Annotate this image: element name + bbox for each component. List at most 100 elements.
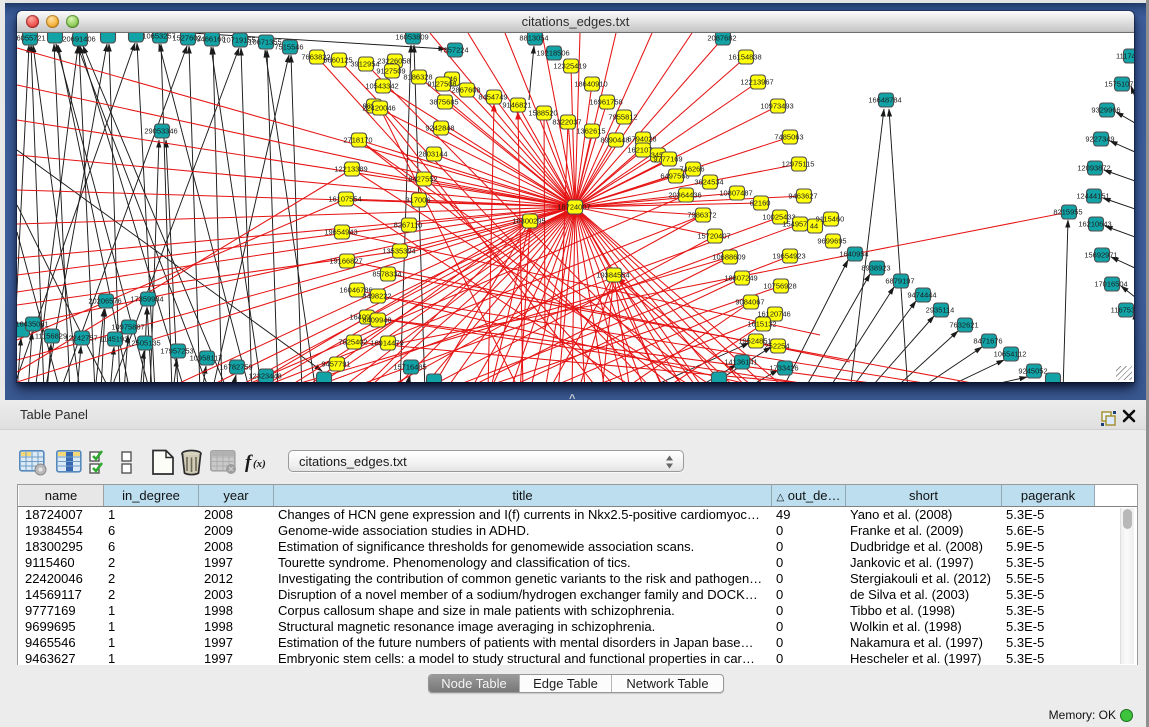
svg-text:9127509: 9127509 xyxy=(376,67,405,76)
svg-text:8990448: 8990448 xyxy=(600,136,629,145)
svg-text:12093872: 12093872 xyxy=(1077,164,1110,173)
svg-text:10688609: 10688609 xyxy=(712,253,745,262)
svg-text:13535394: 13535394 xyxy=(382,247,415,256)
svg-text:12325419: 12325419 xyxy=(553,62,586,71)
svg-text:7485063: 7485063 xyxy=(774,133,803,142)
svg-text:15716485: 15716485 xyxy=(393,363,426,372)
svg-text:17359934: 17359934 xyxy=(130,295,163,304)
svg-text:9146821: 9146821 xyxy=(502,101,531,110)
svg-text:10975887: 10975887 xyxy=(111,323,144,332)
svg-text:15751074: 15751074 xyxy=(1104,80,1134,89)
svg-text:12242757: 12242757 xyxy=(64,334,97,343)
svg-text:20206576: 20206576 xyxy=(88,297,121,306)
svg-text:7357224: 7357224 xyxy=(439,46,468,55)
svg-text:16107554: 16107554 xyxy=(328,195,361,204)
svg-text:8813054: 8813054 xyxy=(519,34,548,43)
svg-text:62160: 62160 xyxy=(750,199,771,208)
svg-text:12213967: 12213967 xyxy=(740,78,773,87)
svg-text:9457791: 9457791 xyxy=(321,360,350,369)
svg-text:2803144: 2803144 xyxy=(418,150,447,159)
svg-text:252254: 252254 xyxy=(764,342,789,351)
svg-text:20691406: 20691406 xyxy=(62,35,95,44)
svg-text:16914479: 16914479 xyxy=(370,339,403,348)
svg-text:3498222: 3498222 xyxy=(362,292,391,301)
svg-text:3624534: 3624534 xyxy=(694,178,723,187)
svg-text:20364436: 20364436 xyxy=(668,191,701,200)
svg-text:19166827: 19166827 xyxy=(329,257,362,266)
svg-text:16053809: 16053809 xyxy=(395,33,428,42)
svg-text:9463627: 9463627 xyxy=(788,192,817,201)
svg-text:10973493: 10973493 xyxy=(760,102,793,111)
svg-text:16154838: 16154838 xyxy=(728,53,761,62)
svg-text:9777169: 9777169 xyxy=(653,155,682,164)
svg-text:12213389: 12213389 xyxy=(334,165,367,174)
svg-text:9699695: 9699695 xyxy=(817,237,846,246)
svg-text:19218506: 19218506 xyxy=(536,49,569,58)
svg-text:9474444: 9474444 xyxy=(907,291,936,300)
svg-text:317006: 317006 xyxy=(405,196,430,205)
svg-text:7625402: 7625402 xyxy=(338,338,367,347)
svg-text:15720407: 15720407 xyxy=(697,232,730,241)
svg-text:9227349: 9227349 xyxy=(1085,135,1114,144)
svg-text:18807249: 18807249 xyxy=(724,274,757,283)
svg-text:f: f xyxy=(245,452,253,473)
svg-text:2935114: 2935114 xyxy=(926,306,955,315)
svg-text:9242848: 9242848 xyxy=(425,124,454,133)
svg-text:10756928: 10756928 xyxy=(763,282,796,291)
svg-text:10543342: 10543342 xyxy=(365,82,398,91)
svg-text:9245052: 9245052 xyxy=(1018,367,1047,376)
svg-text:7986372: 7986372 xyxy=(687,211,716,220)
svg-text:8409948: 8409948 xyxy=(362,316,391,325)
svg-text:10654112: 10654112 xyxy=(994,350,1027,359)
svg-text:18300295: 18300295 xyxy=(512,217,545,226)
svg-text:18724007: 18724007 xyxy=(557,203,590,212)
svg-text:10807487: 10807487 xyxy=(719,189,752,198)
svg-text:9329966: 9329966 xyxy=(1091,106,1120,115)
svg-text:8471676: 8471676 xyxy=(973,337,1002,346)
svg-text:17016504: 17016504 xyxy=(1094,280,1127,289)
svg-text:2718170: 2718170 xyxy=(343,136,372,145)
svg-text:7515546: 7515546 xyxy=(274,43,303,52)
svg-text:3912954: 3912954 xyxy=(350,60,379,69)
svg-text:6794028: 6794028 xyxy=(627,135,656,144)
svg-text:19654943: 19654943 xyxy=(324,228,357,237)
svg-text:19654923: 19654923 xyxy=(772,252,805,261)
svg-text:16782759: 16782759 xyxy=(219,363,252,372)
svg-text:9084067: 9084067 xyxy=(735,298,764,307)
svg-text:29053346: 29053346 xyxy=(144,127,177,136)
svg-text:16210643: 16210643 xyxy=(1078,220,1111,229)
svg-text:7955812: 7955812 xyxy=(608,113,637,122)
svg-text:7632621: 7632621 xyxy=(949,321,978,330)
svg-text:1615132: 1615132 xyxy=(747,320,776,329)
svg-text:22420046: 22420046 xyxy=(362,104,395,113)
svg-text:3875685: 3875685 xyxy=(429,98,458,107)
svg-text:16435061: 16435061 xyxy=(17,320,49,329)
svg-text:12323448: 12323448 xyxy=(248,372,281,381)
svg-text:10653257: 10653257 xyxy=(142,33,175,41)
svg-text:746266: 746266 xyxy=(679,165,704,174)
svg-text:8938923: 8938923 xyxy=(861,264,890,273)
svg-text:1145193: 1145193 xyxy=(100,335,129,344)
svg-text:1117404: 1117404 xyxy=(1116,52,1134,61)
svg-text:10958117: 10958117 xyxy=(190,354,223,363)
svg-text:1733426: 1733426 xyxy=(769,364,798,373)
svg-text:18640910: 18640910 xyxy=(574,80,607,89)
svg-text:12975115: 12975115 xyxy=(782,160,815,169)
svg-text:16055721: 16055721 xyxy=(17,34,46,43)
svg-text:8427552: 8427552 xyxy=(408,175,437,184)
svg-text:1362615: 1362615 xyxy=(576,127,605,136)
svg-text:16961758: 16961758 xyxy=(589,98,622,107)
svg-text:19384554: 19384554 xyxy=(596,271,629,280)
svg-text:1167538: 1167538 xyxy=(1111,306,1134,315)
svg-text:8215955: 8215955 xyxy=(1053,208,1082,217)
svg-text:6879197: 6879197 xyxy=(885,277,914,286)
svg-text:12505135: 12505135 xyxy=(127,339,160,348)
svg-text:1640954: 1640954 xyxy=(839,250,868,259)
svg-text:16648784: 16648784 xyxy=(868,96,901,105)
svg-text:8660125: 8660125 xyxy=(323,56,352,65)
svg-text:8267110: 8267110 xyxy=(394,221,423,230)
svg-text:8322037: 8322037 xyxy=(552,118,581,127)
svg-text:15692971: 15692971 xyxy=(1084,251,1117,260)
svg-text:12444151: 12444151 xyxy=(1076,192,1109,201)
svg-text:9466160: 9466160 xyxy=(196,35,225,44)
